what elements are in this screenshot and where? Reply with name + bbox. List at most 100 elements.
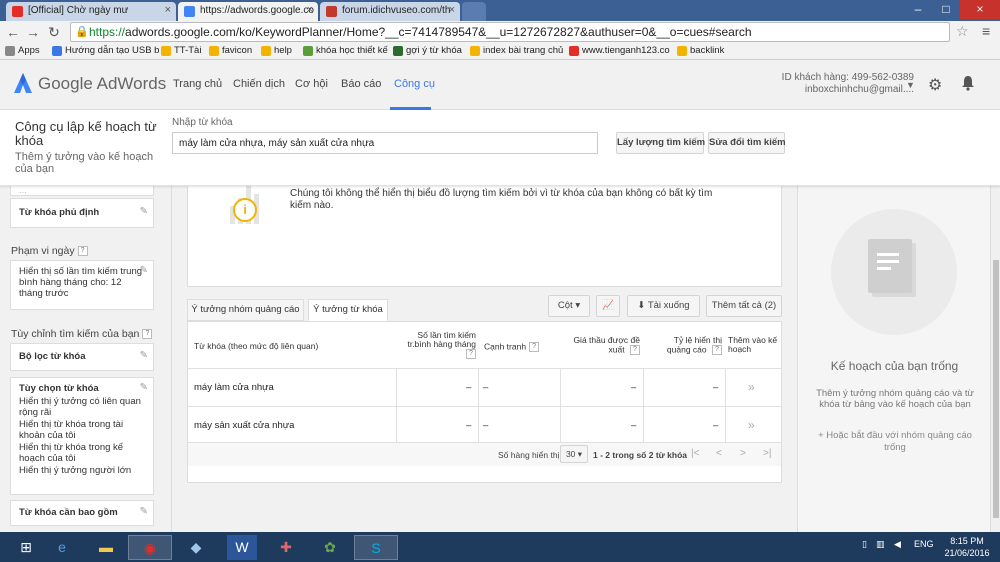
- scrollbar-thumb[interactable]: [993, 260, 999, 518]
- bookmark-item[interactable]: help: [261, 45, 292, 56]
- browser-tab-adwords[interactable]: https://adwords.google.co ×: [178, 2, 318, 21]
- page-icon: [393, 46, 403, 56]
- bookmark-item[interactable]: Hướng dẫn tạo USB b: [52, 45, 159, 56]
- last-page-button[interactable]: >|: [763, 448, 771, 459]
- keyword-cell: máy sản xuất cửa nhựa: [194, 420, 295, 431]
- column-header-share[interactable]: Tỷ lệ hiển thị quảng cáo ?: [652, 335, 722, 355]
- new-tab-button[interactable]: [462, 2, 486, 21]
- sidebar-card-partial[interactable]: ...: [10, 186, 154, 196]
- bookmark-item[interactable]: www.tienganh123.co: [569, 45, 670, 56]
- edit-pencil-icon[interactable]: ✎: [140, 382, 148, 393]
- back-icon[interactable]: ←: [4, 23, 22, 41]
- flower-app-icon[interactable]: ✿: [308, 535, 352, 560]
- app-icon[interactable]: ◆: [174, 535, 218, 560]
- folder-icon: [470, 46, 480, 56]
- browser-tab-youtube[interactable]: [Official] Chờ ngày mư ×: [6, 2, 176, 21]
- account-info[interactable]: ID khách hàng: 499-562-0389 inboxchinhch…: [782, 72, 914, 96]
- add-to-plan-icon[interactable]: »: [748, 369, 755, 406]
- close-icon[interactable]: ×: [165, 4, 171, 16]
- bookmark-item[interactable]: backlink: [677, 45, 724, 56]
- chevron-down-icon[interactable]: ▼: [906, 80, 915, 90]
- paint-icon[interactable]: ✚: [264, 535, 308, 560]
- reload-icon[interactable]: ↻: [45, 23, 63, 41]
- battery-icon[interactable]: ▯: [862, 539, 867, 550]
- nav-campaigns[interactable]: Chiến dịch: [233, 78, 285, 90]
- modify-search-button[interactable]: Sửa đổi tìm kiếm: [708, 132, 786, 154]
- bookmark-item[interactable]: favicon: [209, 45, 252, 56]
- edit-pencil-icon[interactable]: ✎: [140, 265, 148, 276]
- maximize-icon[interactable]: □: [932, 0, 960, 19]
- get-search-volume-button[interactable]: Lấy lượng tìm kiếm: [616, 132, 705, 154]
- help-icon[interactable]: ?: [77, 246, 88, 257]
- browser-tab-forum[interactable]: forum.idichvuseo.com/th ×: [320, 2, 460, 21]
- system-clock[interactable]: 8:15 PM 21/06/2016: [942, 535, 992, 559]
- keywords-to-include-card[interactable]: Từ khóa cần bao gồm ✎: [10, 500, 154, 526]
- help-icon[interactable]: ?: [529, 342, 540, 352]
- columns-button[interactable]: Cột ▾: [548, 295, 590, 317]
- negative-keywords-card[interactable]: Từ khóa phủ định ✎: [10, 198, 154, 228]
- skype-icon[interactable]: S: [354, 535, 398, 560]
- column-header-searches[interactable]: Số lần tìm kiếm tr.bình hàng tháng ?: [398, 331, 476, 359]
- idea-tabs: Ý tưởng nhóm quảng cáo Ý tưởng từ khóa C…: [187, 295, 782, 321]
- url-input[interactable]: 🔒 https://adwords.google.com/ko/KeywordPl…: [70, 22, 950, 42]
- help-icon[interactable]: ?: [630, 345, 640, 355]
- edit-pencil-icon[interactable]: ✎: [140, 348, 148, 364]
- edit-pencil-icon[interactable]: ✎: [140, 505, 148, 519]
- nav-tools[interactable]: Công cụ: [394, 78, 435, 90]
- chrome-icon[interactable]: ◉: [128, 535, 172, 560]
- keyword-filter-card[interactable]: Bộ lọc từ khóa ✎: [10, 343, 154, 371]
- empty-plan-illustration: [831, 209, 957, 335]
- address-bar-row: ← → ↻ 🔒 https://adwords.google.com/ko/Key…: [0, 21, 1000, 43]
- help-icon[interactable]: ?: [712, 345, 722, 355]
- gear-icon[interactable]: ⚙: [928, 75, 942, 95]
- nav-reports[interactable]: Báo cáo: [341, 78, 381, 90]
- next-page-button[interactable]: >: [740, 448, 746, 459]
- page-scrollbar[interactable]: [990, 186, 1000, 532]
- tab-label: [Official] Chờ ngày mư: [28, 5, 129, 16]
- date-range-card[interactable]: Hiển thị số lần tìm kiếm trung bình hàng…: [10, 260, 154, 310]
- planner-search-bar: Công cụ lập kế hoạch từ khóa Thêm ý tưởn…: [0, 110, 1000, 186]
- column-header-keyword[interactable]: Từ khóa (theo mức độ liên quan): [194, 342, 318, 351]
- chrome-menu-icon[interactable]: ≡: [982, 23, 990, 39]
- first-page-button[interactable]: |<: [691, 448, 699, 459]
- prev-page-button[interactable]: <: [716, 448, 722, 459]
- help-icon[interactable]: ?: [142, 329, 153, 340]
- file-explorer-icon[interactable]: ▬: [84, 535, 128, 560]
- input-language[interactable]: ENG: [914, 539, 934, 549]
- network-icon[interactable]: ▥: [876, 539, 885, 550]
- add-to-plan-icon[interactable]: »: [748, 407, 755, 444]
- add-all-button[interactable]: Thêm tất cả (2): [706, 295, 782, 317]
- keyword-input[interactable]: [172, 132, 598, 154]
- rows-per-page-select[interactable]: 30 ▾: [560, 445, 588, 463]
- forward-icon[interactable]: →: [24, 23, 42, 41]
- edit-pencil-icon[interactable]: ✎: [140, 203, 148, 221]
- download-button[interactable]: ⬇ Tải xuống: [627, 295, 700, 317]
- close-icon[interactable]: ×: [307, 4, 313, 16]
- internet-explorer-icon[interactable]: e: [40, 535, 84, 560]
- column-header-competition[interactable]: Cạnh tranh?: [484, 342, 540, 352]
- window-close-icon[interactable]: ×: [960, 0, 1000, 19]
- folder-icon: [677, 46, 687, 56]
- main-content: i Chúng tôi không thể hiển thị biểu đồ l…: [172, 186, 797, 532]
- negative-keywords-label: Từ khóa phủ định: [19, 207, 100, 218]
- nav-opportunities[interactable]: Cơ hội: [295, 78, 328, 90]
- bookmark-item[interactable]: khóa học thiết kế: [303, 45, 388, 56]
- bell-icon[interactable]: [961, 75, 975, 91]
- tab-ad-group-ideas[interactable]: Ý tưởng nhóm quảng cáo: [187, 299, 304, 321]
- bookmark-item[interactable]: index bài trang chủ: [470, 45, 563, 56]
- close-icon[interactable]: ×: [449, 4, 455, 16]
- bookmark-item[interactable]: TT-Tài: [161, 45, 201, 56]
- tab-keyword-ideas[interactable]: Ý tưởng từ khóa: [308, 299, 388, 321]
- bookmark-star-icon[interactable]: ☆: [956, 23, 969, 40]
- bookmark-apps[interactable]: Apps: [5, 45, 40, 56]
- help-icon[interactable]: ?: [466, 349, 476, 359]
- bookmark-item[interactable]: gợi ý từ khóa: [393, 45, 462, 56]
- word-icon[interactable]: W: [227, 535, 257, 560]
- nav-home[interactable]: Trang chủ: [173, 78, 222, 90]
- column-header-bid[interactable]: Giá thầu được đề xuất ?: [560, 335, 640, 355]
- keyword-options-card[interactable]: Tùy chọn từ khóa ✎ Hiển thị ý tưởng có l…: [10, 377, 154, 495]
- chart-toggle-button[interactable]: 📈: [596, 295, 620, 317]
- volume-icon[interactable]: ◀: [894, 539, 901, 550]
- start-empty-ad-group-link[interactable]: + Hoặc bắt đầu với nhóm quảng cáo trống: [810, 430, 980, 454]
- minimize-icon[interactable]: –: [904, 0, 932, 19]
